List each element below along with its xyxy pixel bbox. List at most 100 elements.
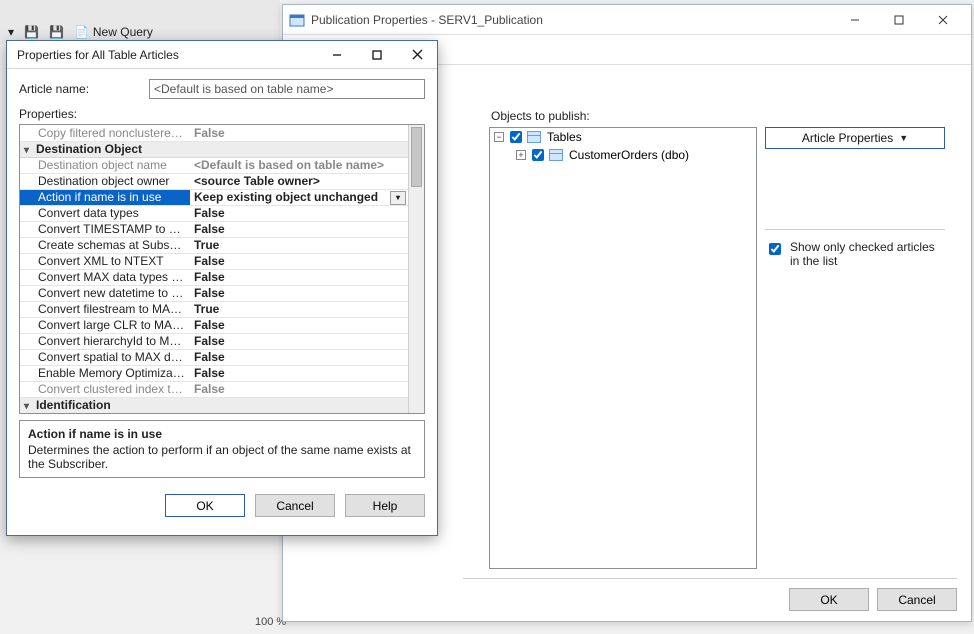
customerorders-checkbox[interactable] [532, 149, 544, 161]
properties-label: Properties: [19, 107, 425, 121]
property-value[interactable]: False [190, 317, 408, 333]
property-row[interactable]: ▾Destination Object [20, 141, 408, 157]
ide-menu-bar [0, 0, 280, 20]
property-row[interactable]: Destination object name<Default is based… [20, 157, 408, 173]
property-key: Convert hierarchyId to MAX da [20, 333, 190, 349]
property-row[interactable]: Destination object owner<source Table ow… [20, 173, 408, 189]
ok-label: OK [820, 593, 837, 607]
tree-node-customerorders[interactable]: + CustomerOrders (dbo) [490, 146, 756, 164]
property-row[interactable]: Convert new datetime to NVAFalse [20, 285, 408, 301]
show-only-checkbox[interactable] [769, 243, 781, 255]
property-key: Destination object name [20, 157, 190, 173]
dialog-maximize-button[interactable] [357, 42, 397, 68]
property-help-panel: Action if name is in use Determines the … [19, 420, 425, 478]
dialog-body: Article name: Properties: Copy filtered … [7, 69, 437, 486]
toolbar-dropdown-icon[interactable]: ▾ [8, 25, 14, 39]
cancel-label: Cancel [898, 593, 935, 607]
ok-label: OK [196, 499, 213, 513]
show-only-checked-option[interactable]: Show only checked articles in the list [765, 240, 945, 268]
pub-cancel-button[interactable]: Cancel [877, 588, 957, 611]
property-row[interactable]: Convert large CLR to MAX datFalse [20, 317, 408, 333]
publication-titlebar[interactable]: Publication Properties - SERV1_Publicati… [283, 5, 971, 35]
property-row[interactable]: Convert MAX data types to NTFalse [20, 269, 408, 285]
property-value[interactable]: True [190, 237, 408, 253]
property-grid[interactable]: Copy filtered nonclustered coluFalse▾Des… [19, 124, 425, 414]
article-properties-titlebar[interactable]: Properties for All Table Articles [7, 41, 437, 69]
dialog-footer: OK Cancel Help [7, 486, 437, 527]
save-icon[interactable]: 💾 [24, 25, 39, 39]
save-all-icon[interactable]: 💾 [49, 25, 64, 39]
property-key: Action if name is in use [20, 189, 190, 205]
property-value[interactable]: <source Table owner> [190, 173, 408, 189]
expand-icon[interactable]: + [516, 150, 526, 160]
help-title: Action if name is in use [28, 427, 416, 441]
property-value[interactable]: True [190, 301, 408, 317]
property-row[interactable]: ▾Identification [20, 397, 408, 413]
property-value[interactable]: False [190, 125, 408, 141]
article-properties-button[interactable]: Article Properties ▼ [765, 127, 945, 149]
property-value[interactable]: False [190, 381, 408, 397]
category-label: Identification [36, 398, 111, 412]
property-row[interactable]: Action if name is in useKeep existing ob… [20, 189, 408, 205]
pub-ok-button[interactable]: OK [789, 588, 869, 611]
collapse-icon[interactable]: − [494, 132, 504, 142]
publication-title: Publication Properties - SERV1_Publicati… [311, 13, 833, 27]
property-row[interactable]: Create schemas at SubscriberTrue [20, 237, 408, 253]
property-row[interactable]: Convert TIMESTAMP to BINAFalse [20, 221, 408, 237]
property-key: Convert large CLR to MAX dat [20, 317, 190, 333]
property-row[interactable]: Copy filtered nonclustered coluFalse [20, 125, 408, 141]
dialog-minimize-button[interactable] [317, 42, 357, 68]
dialog-ok-button[interactable]: OK [165, 494, 245, 517]
maximize-button[interactable] [877, 6, 921, 34]
property-row[interactable]: Convert XML to NTEXTFalse [20, 253, 408, 269]
window-icon [289, 12, 305, 28]
property-value[interactable]: False [190, 269, 408, 285]
scrollbar[interactable] [408, 125, 424, 413]
help-label: Help [373, 499, 398, 513]
chevron-down-icon[interactable]: ▾ [24, 145, 36, 156]
property-key: Convert new datetime to NVA [20, 285, 190, 301]
article-name-label: Article name: [19, 82, 149, 96]
property-row[interactable]: Convert spatial to MAX data tyFalse [20, 349, 408, 365]
article-properties-dialog: Properties for All Table Articles Articl… [6, 40, 438, 536]
property-row[interactable]: Convert hierarchyId to MAX daFalse [20, 333, 408, 349]
property-value[interactable]: Keep existing object unchanged▾ [190, 189, 408, 205]
publication-footer: OK Cancel [283, 577, 971, 621]
scrollbar-thumb[interactable] [411, 127, 422, 187]
property-row[interactable]: Convert clustered index to nonFalse [20, 381, 408, 397]
property-value[interactable]: False [190, 333, 408, 349]
property-value[interactable]: False [190, 365, 408, 381]
dialog-cancel-button[interactable]: Cancel [255, 494, 335, 517]
article-properties-label: Article Properties [802, 131, 893, 145]
property-value[interactable]: False [190, 221, 408, 237]
property-key: Destination object owner [20, 173, 190, 189]
property-key: Convert data types [20, 205, 190, 221]
article-name-input[interactable] [149, 79, 425, 99]
property-value[interactable]: False [190, 349, 408, 365]
property-row[interactable]: Convert data typesFalse [20, 205, 408, 221]
objects-tree[interactable]: − Tables + CustomerOrders (dbo) [489, 127, 757, 569]
dropdown-icon[interactable]: ▾ [390, 191, 406, 205]
property-row[interactable]: Convert filestream to MAX datTrue [20, 301, 408, 317]
close-button[interactable] [921, 6, 965, 34]
publication-body: Objects to publish: − Tables + CustomerO… [463, 73, 961, 573]
category-label: Destination Object [36, 142, 142, 156]
property-value[interactable]: False [190, 205, 408, 221]
objects-to-publish-label: Objects to publish: [491, 109, 590, 123]
property-key: Convert spatial to MAX data ty [20, 349, 190, 365]
property-row[interactable]: Enable Memory OptimizationFalse [20, 365, 408, 381]
chevron-down-icon[interactable]: ▾ [24, 401, 36, 412]
dialog-close-button[interactable] [397, 42, 437, 68]
dialog-help-button[interactable]: Help [345, 494, 425, 517]
property-value[interactable]: <Default is based on table name> [190, 157, 408, 173]
tables-checkbox[interactable] [510, 131, 522, 143]
minimize-button[interactable] [833, 6, 877, 34]
property-value[interactable]: False [190, 253, 408, 269]
new-query-icon: 📄 [74, 25, 89, 39]
property-key: Convert MAX data types to NT [20, 269, 190, 285]
property-key: Enable Memory Optimization [20, 365, 190, 381]
property-value[interactable]: False [190, 285, 408, 301]
tree-node-tables[interactable]: − Tables [490, 128, 756, 146]
new-query-button[interactable]: 📄 New Query [74, 25, 153, 39]
chevron-down-icon: ▼ [899, 133, 908, 143]
